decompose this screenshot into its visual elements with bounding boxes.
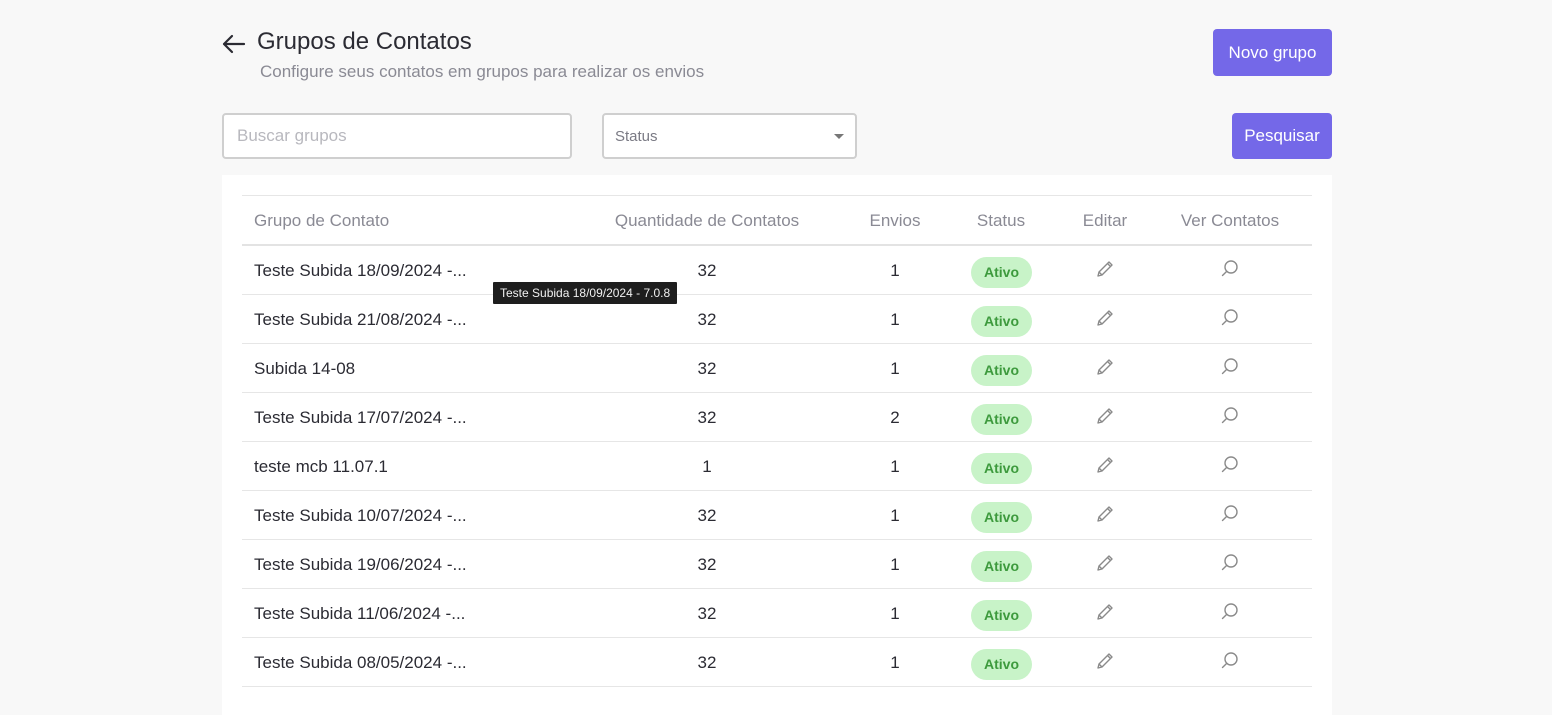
table-row: Teste Subida 08/05/2024 -... 32 1 Ativo (242, 638, 1312, 687)
group-name[interactable]: Teste Subida 21/08/2024 -... (254, 310, 467, 330)
status-badge: Ativo (971, 453, 1032, 484)
group-name[interactable]: Teste Subida 10/07/2024 -... (254, 506, 467, 526)
sends-count: 1 (890, 457, 900, 476)
search-icon[interactable] (1219, 650, 1241, 672)
group-name-tooltip: Teste Subida 18/09/2024 - 7.0.8 (493, 282, 678, 304)
table-row: Teste Subida 11/06/2024 -... 32 1 Ativo (242, 589, 1312, 638)
group-name[interactable]: teste mcb 11.07.1 (254, 457, 388, 477)
search-icon[interactable] (1219, 356, 1241, 378)
sends-count: 1 (890, 506, 900, 525)
status-badge: Ativo (971, 306, 1032, 337)
status-badge: Ativo (971, 551, 1032, 582)
table-row: Teste Subida 19/06/2024 -... 32 1 Ativo (242, 540, 1312, 589)
table-row: teste mcb 11.07.1 1 1 Ativo (242, 442, 1312, 491)
table-row: Teste Subida 18/09/2024 -... 32 1 Ativo (242, 246, 1312, 295)
sends-count: 1 (890, 359, 900, 378)
header-sends: Envios (869, 211, 921, 230)
new-group-button[interactable]: Novo grupo (1213, 29, 1332, 76)
group-name[interactable]: Subida 14-08 (254, 359, 355, 379)
contacts-quantity: 32 (697, 359, 717, 378)
status-badge: Ativo (971, 404, 1032, 435)
header-edit: Editar (1082, 211, 1128, 230)
search-button[interactable]: Pesquisar (1232, 113, 1332, 159)
pencil-icon[interactable] (1094, 552, 1116, 574)
groups-table-card: Grupo de Contato Quantidade de Contatos … (222, 175, 1332, 715)
pencil-icon[interactable] (1094, 503, 1116, 525)
pencil-icon[interactable] (1094, 650, 1116, 672)
table-row: Teste Subida 10/07/2024 -... 32 1 Ativo (242, 491, 1312, 540)
status-select[interactable]: Status (602, 113, 857, 159)
contacts-quantity: 32 (697, 506, 717, 525)
contacts-quantity: 32 (697, 408, 717, 427)
group-name[interactable]: Teste Subida 19/06/2024 -... (254, 555, 467, 575)
sends-count: 1 (890, 555, 900, 574)
table-row: Teste Subida 17/07/2024 -... 32 2 Ativo (242, 393, 1312, 442)
status-badge: Ativo (971, 502, 1032, 533)
contacts-quantity: 32 (697, 310, 717, 329)
caret-down-icon (834, 134, 844, 139)
status-badge: Ativo (971, 257, 1032, 288)
header-group: Grupo de Contato (254, 211, 390, 230)
group-name[interactable]: Teste Subida 18/09/2024 -... (254, 261, 467, 281)
status-badge: Ativo (971, 600, 1032, 631)
sends-count: 1 (890, 604, 900, 623)
contacts-quantity: 32 (697, 261, 717, 280)
page-title: Grupos de Contatos (257, 28, 472, 55)
search-icon[interactable] (1219, 454, 1241, 476)
search-icon[interactable] (1219, 405, 1241, 427)
search-icon[interactable] (1219, 552, 1241, 574)
pencil-icon[interactable] (1094, 601, 1116, 623)
search-icon[interactable] (1219, 258, 1241, 280)
group-name[interactable]: Teste Subida 11/06/2024 -... (254, 604, 465, 624)
contacts-quantity: 32 (697, 555, 717, 574)
table-header: Grupo de Contato Quantidade de Contatos … (242, 196, 1312, 246)
group-name[interactable]: Teste Subida 08/05/2024 -... (254, 653, 467, 673)
pencil-icon[interactable] (1094, 356, 1116, 378)
search-groups-input[interactable] (222, 113, 572, 159)
pencil-icon[interactable] (1094, 258, 1116, 280)
sends-count: 1 (890, 261, 900, 280)
table-body: Teste Subida 18/09/2024 -... 32 1 Ativo … (242, 246, 1312, 687)
header-status: Status (976, 211, 1026, 230)
page-subtitle: Configure seus contatos em grupos para r… (260, 62, 705, 81)
pencil-icon[interactable] (1094, 307, 1116, 329)
contacts-quantity: 1 (702, 457, 712, 476)
search-icon[interactable] (1219, 503, 1241, 525)
sends-count: 2 (890, 408, 900, 427)
search-icon[interactable] (1219, 601, 1241, 623)
contacts-quantity: 32 (697, 653, 717, 672)
contacts-quantity: 32 (697, 604, 717, 623)
sends-count: 1 (890, 653, 900, 672)
group-name[interactable]: Teste Subida 17/07/2024 -... (254, 408, 467, 428)
page-header: Grupos de Contatos Configure seus contat… (220, 28, 1332, 88)
table-row: Subida 14-08 32 1 Ativo (242, 344, 1312, 393)
pencil-icon[interactable] (1094, 454, 1116, 476)
back-arrow-icon[interactable] (220, 30, 248, 58)
pencil-icon[interactable] (1094, 405, 1116, 427)
status-badge: Ativo (971, 649, 1032, 680)
header-quantity: Quantidade de Contatos (614, 211, 800, 230)
status-select-label: Status (615, 128, 658, 145)
table-row: Teste Subida 21/08/2024 -... 32 1 Ativo (242, 295, 1312, 344)
header-view-contacts: Ver Contatos (1180, 211, 1280, 230)
sends-count: 1 (890, 310, 900, 329)
groups-table: Grupo de Contato Quantidade de Contatos … (242, 195, 1312, 687)
status-badge: Ativo (971, 355, 1032, 386)
search-icon[interactable] (1219, 307, 1241, 329)
